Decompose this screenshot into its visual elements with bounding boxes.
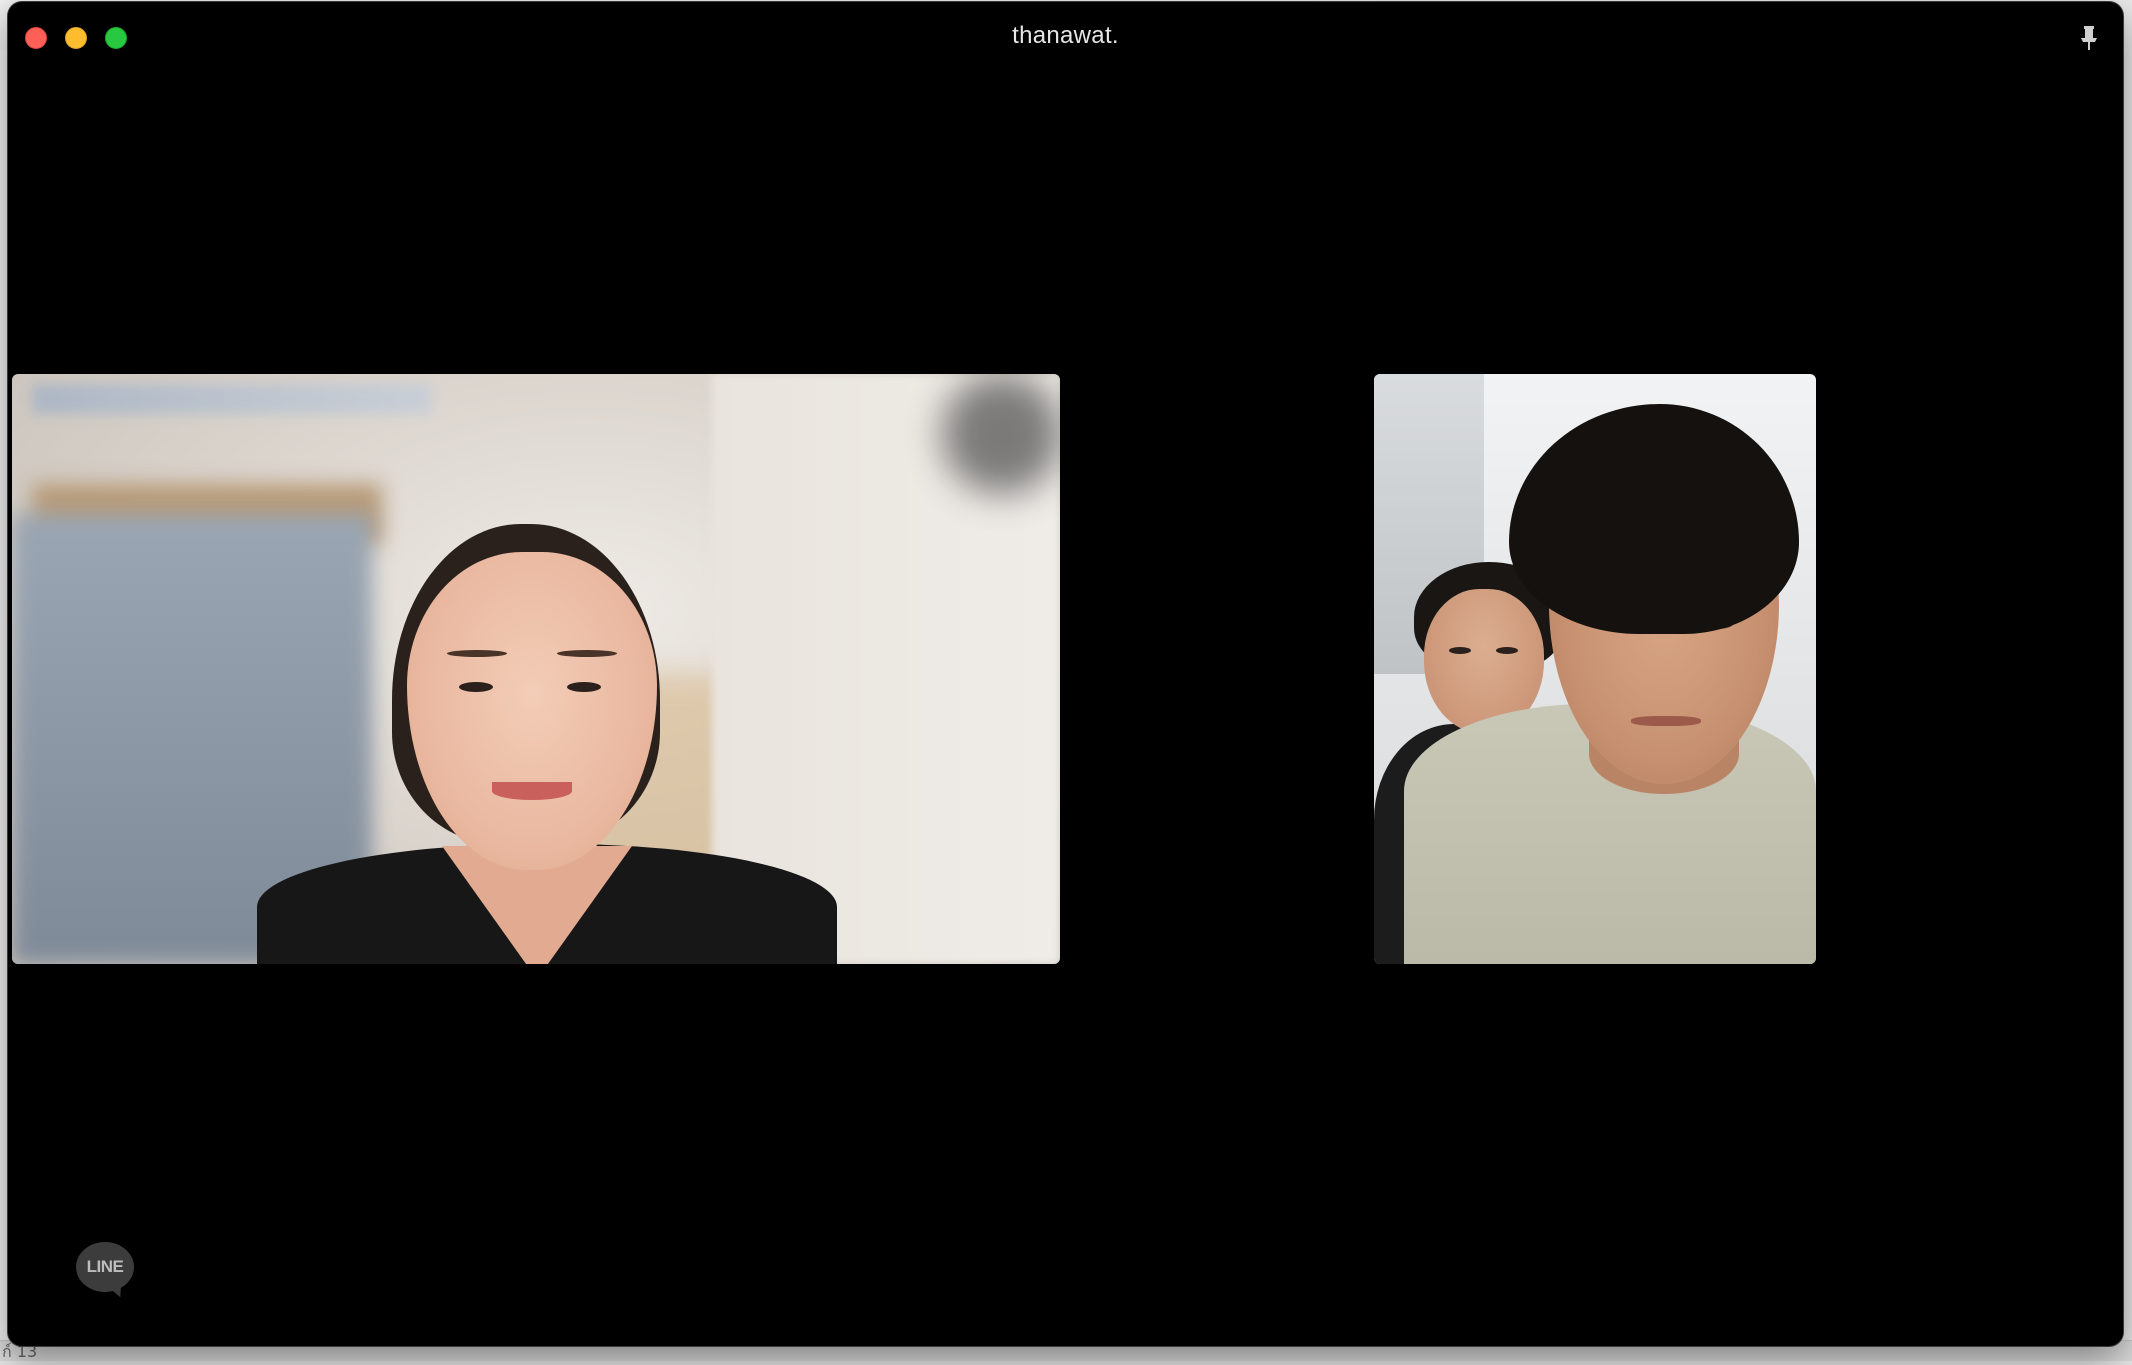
background-app-edge (0, 50, 8, 1330)
local-participant-video[interactable] (1374, 374, 1816, 964)
line-logo: LINE (76, 1242, 134, 1300)
line-logo-text: LINE (86, 1257, 124, 1276)
title-bar[interactable]: thanawat. (8, 2, 2123, 70)
pin-icon[interactable] (2077, 24, 2101, 52)
remote-participant-video[interactable] (12, 374, 1060, 964)
video-call-window: thanawat. LINE (8, 2, 2123, 1346)
participant-hair (1509, 404, 1799, 634)
window-title: thanawat. (1012, 22, 1119, 49)
